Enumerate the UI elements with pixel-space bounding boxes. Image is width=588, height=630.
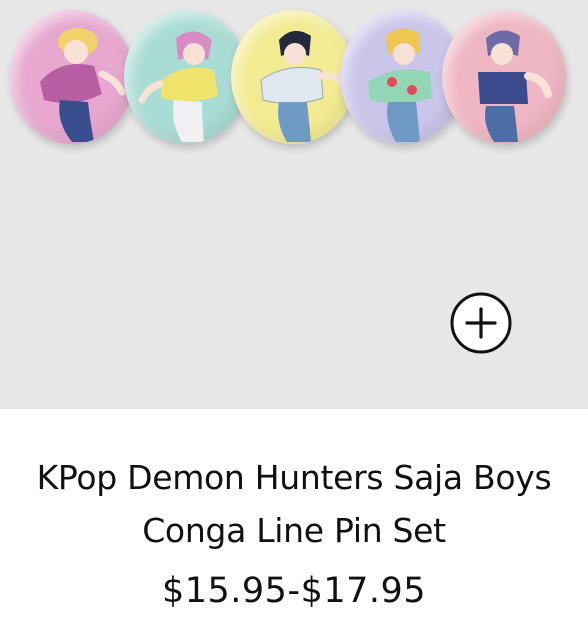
product-price: $15.95-$17.95 [161, 571, 427, 611]
pin-button-2 [124, 10, 248, 144]
product-card[interactable]: KPop Demon Hunters Saja Boys Conga Line … [0, 0, 588, 630]
add-to-cart-button[interactable] [449, 291, 513, 355]
product-info: KPop Demon Hunters Saja Boys Conga Line … [0, 409, 588, 630]
product-title[interactable]: KPop Demon Hunters Saja Boys Conga Line … [14, 451, 574, 557]
pin-set-photo [0, 0, 588, 150]
pin-button-3 [231, 10, 355, 144]
product-image[interactable] [0, 0, 588, 409]
pin-button-1 [10, 10, 134, 144]
plus-circle-icon [450, 292, 512, 354]
pin-button-5 [442, 10, 566, 144]
